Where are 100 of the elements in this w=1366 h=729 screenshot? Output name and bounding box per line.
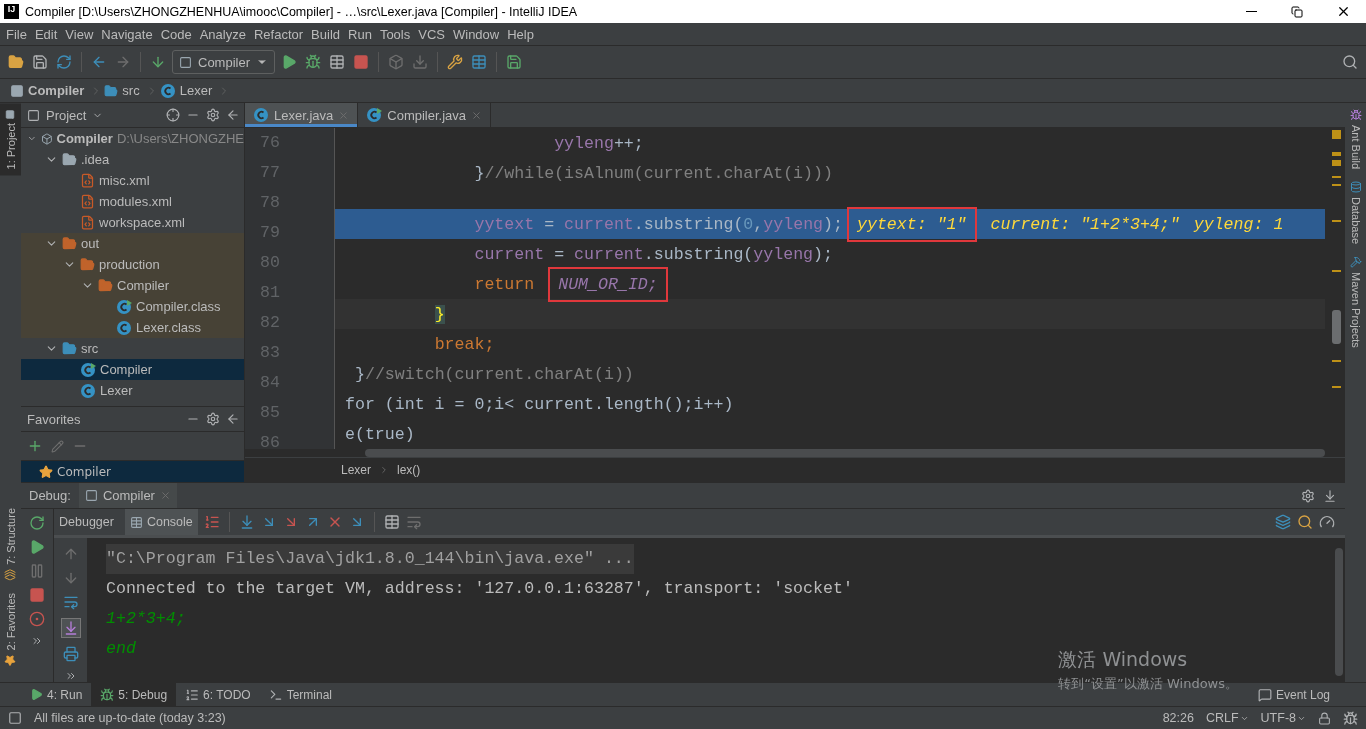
debug-tab[interactable]: Console (124, 509, 198, 535)
tree-row[interactable]: Compiler D:\Users\ZHONGZHE (21, 128, 244, 149)
print-icon[interactable] (62, 646, 79, 662)
more-icon[interactable] (64, 670, 77, 682)
stop-icon[interactable] (353, 54, 369, 70)
editor-tab[interactable]: Lexer.java (245, 103, 359, 127)
breadcrumb-item[interactable]: Lexer (157, 82, 219, 99)
pause-icon[interactable] (29, 563, 45, 579)
tree-row[interactable]: misc.xml (21, 170, 244, 191)
stop-icon[interactable] (29, 587, 45, 603)
favorite-item[interactable]: Compiler (21, 461, 244, 482)
tool-window-button[interactable]: 4: Run (21, 683, 92, 706)
editor-breadcrumb[interactable]: Lexer (341, 462, 372, 477)
xml-file-icon (80, 173, 95, 188)
menu-item[interactable]: Analyze (195, 26, 250, 42)
tool-window-tab[interactable]: Ant Build (1345, 103, 1366, 176)
line-separator-selector[interactable]: CRLF (1205, 711, 1249, 725)
console-line: Connected to the target VM, address: '127.0.0.1:63287', transport: 'socket' (106, 578, 853, 600)
class-icon (80, 382, 96, 399)
horizontal-scrollbar[interactable] (365, 449, 1325, 457)
tree-row[interactable]: out (21, 233, 244, 254)
menu-item[interactable]: Navigate (97, 26, 157, 42)
tool-window-button[interactable]: 5: Debug (91, 683, 177, 706)
menu-item[interactable]: Help (503, 26, 538, 42)
tree-item-label: misc.xml (99, 173, 150, 188)
tree-row[interactable]: Compiler (21, 359, 244, 380)
resume-icon[interactable] (29, 539, 45, 555)
settings-icon[interactable] (206, 108, 220, 122)
event-log-button[interactable]: Event Log (1251, 686, 1336, 703)
tree-row[interactable]: production (21, 254, 244, 275)
encoding-selector[interactable]: UTF-8 (1260, 711, 1306, 725)
tree-row[interactable]: Lexer.class (21, 317, 244, 338)
add-icon[interactable] (27, 438, 43, 454)
open-folder-icon[interactable] (8, 54, 24, 70)
run-icon[interactable] (281, 54, 297, 70)
menu-item[interactable]: Code (156, 26, 196, 42)
tool-window-tab[interactable]: 7: Structure (0, 501, 21, 587)
rerun-icon[interactable] (29, 515, 45, 531)
debug-tab[interactable]: Debugger (54, 509, 119, 535)
menu-item[interactable]: Edit (30, 26, 62, 42)
save-icon[interactable] (32, 54, 48, 70)
tool-window-tab[interactable]: 1: Project (0, 103, 21, 176)
tool-window-tab[interactable]: Maven Projects (1345, 250, 1366, 354)
project-view-dropdown[interactable]: Project (46, 107, 87, 123)
menu-item[interactable]: Refactor (249, 26, 308, 42)
tree-row[interactable]: modules.xml (21, 191, 244, 212)
hide-panel-icon[interactable] (226, 412, 240, 426)
vertical-scrollbar[interactable] (1335, 548, 1343, 676)
close-icon[interactable] (471, 109, 483, 121)
tool-window-tab[interactable]: 2: Favorites (0, 586, 21, 672)
scroll-to-end-toggle[interactable] (60, 618, 81, 638)
pencil-icon[interactable] (51, 439, 64, 453)
hide-panel-icon[interactable] (226, 108, 240, 122)
tree-item-label: Lexer (100, 383, 133, 398)
tree-row[interactable]: Lexer (21, 380, 244, 401)
tool-window-button[interactable]: 6: TODO (176, 683, 260, 706)
code-line: for (int i = 0;i< current.length();i++) (345, 393, 734, 416)
xml-file-icon (80, 194, 95, 209)
editor-tab[interactable]: Compiler.java (358, 103, 492, 127)
run-configuration-dropdown[interactable]: Compiler (172, 50, 275, 74)
breadcrumb-item[interactable]: Compiler (8, 83, 91, 98)
tree-row[interactable]: src (21, 338, 244, 359)
menu-item[interactable]: View (61, 26, 98, 42)
breadcrumb-item[interactable]: src (102, 83, 146, 98)
menu-item[interactable]: File (2, 26, 31, 42)
memory-gauge-icon[interactable] (1319, 514, 1335, 530)
tree-row[interactable]: workspace.xml (21, 212, 244, 233)
folder-icon (80, 257, 95, 272)
search-icon[interactable] (1342, 54, 1358, 70)
locate-icon[interactable] (166, 108, 180, 122)
editor-breadcrumb[interactable]: lex() (397, 462, 421, 477)
tree-row[interactable]: .idea (21, 149, 244, 170)
hide-panel-icon[interactable] (1323, 488, 1337, 503)
caret-position[interactable]: 82:26 (1162, 711, 1194, 725)
tree-row[interactable]: Compiler.class (21, 296, 244, 317)
debug-icon[interactable] (305, 54, 321, 70)
menu-item[interactable]: VCS (414, 26, 449, 42)
soft-wrap-icon[interactable] (62, 594, 79, 610)
close-icon[interactable] (159, 490, 171, 501)
forward-icon[interactable] (115, 54, 131, 70)
menu-item[interactable]: Window (448, 26, 504, 42)
tree-item-label: .idea (81, 152, 110, 167)
more-icon[interactable] (31, 635, 43, 647)
activation-notice-title: 激活 Windows (1058, 647, 1189, 672)
xml-file-icon (80, 215, 95, 230)
tool-window-tab[interactable]: Database (1345, 175, 1366, 251)
menu-item[interactable]: Run (344, 26, 376, 42)
lock-icon[interactable] (1318, 711, 1331, 725)
back-icon[interactable] (91, 54, 107, 70)
debug-session-tab[interactable]: Compiler (78, 483, 177, 508)
todo-icon (185, 687, 200, 702)
settings-icon[interactable] (1301, 488, 1315, 503)
tree-row[interactable]: Compiler (21, 275, 244, 296)
wrench-icon[interactable] (447, 54, 463, 70)
app-logo: IJ (4, 4, 19, 19)
menu-item[interactable]: Tools (375, 26, 415, 42)
tool-window-button[interactable]: Terminal (259, 683, 341, 706)
sync-icon[interactable] (56, 54, 72, 70)
settings-icon[interactable] (206, 412, 220, 426)
menu-item[interactable]: Build (307, 26, 344, 42)
